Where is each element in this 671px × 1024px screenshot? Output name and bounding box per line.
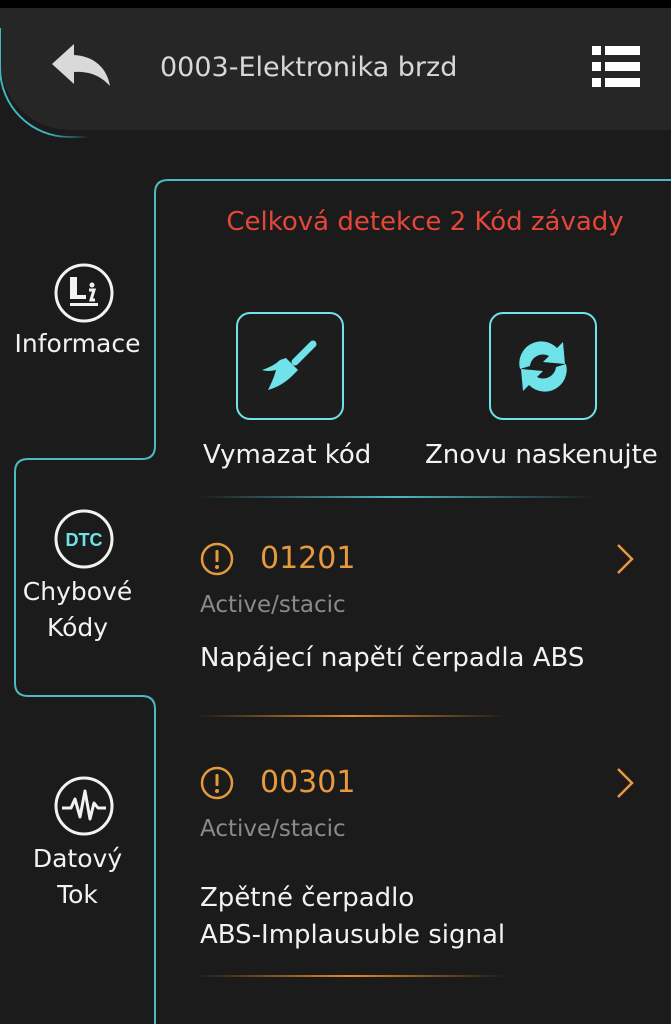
menu-button[interactable] (588, 42, 644, 92)
rescan-label: Znovu naskenujte (425, 440, 658, 470)
back-button[interactable] (50, 42, 112, 88)
chevron-right-icon (617, 544, 634, 574)
broom-icon (262, 340, 317, 390)
list-menu-icon (592, 46, 640, 87)
clear-code-label: Vymazat kód (203, 440, 372, 470)
section-divider (196, 496, 596, 498)
sidebar-item-label: Datový Tok (32, 844, 123, 909)
sidebar-item-label: Informace (14, 329, 141, 358)
info-document-icon (54, 263, 114, 323)
chevron-right-icon (617, 768, 634, 798)
detection-summary: Celková detekce 2 Kód závady (226, 207, 624, 237)
sidebar-item-label: Chybové Kódy (22, 577, 133, 642)
dtc-list-item[interactable]: 01201 Active/stacic Napájecí napětí čerp… (200, 541, 640, 692)
sidebar-item-chybove-kody[interactable]: DTC Chybové Kódy (0, 508, 155, 648)
status-bar (0, 0, 671, 8)
app-screen: 0003-Elektronika brzd Informace DTC Chyb… (0, 0, 671, 1024)
dtc-divider (196, 975, 506, 977)
waveform-icon (54, 776, 114, 836)
back-arrow-icon (52, 44, 110, 86)
page-title: 0003-Elektronika brzd (160, 52, 458, 83)
dtc-list-item[interactable]: 00301 Active/stacic Zpětné čerpadlo ABS-… (200, 765, 640, 956)
dtc-description: Zpětné čerpadlo ABS-Implausuble signal (200, 883, 506, 950)
dtc-divider (196, 715, 506, 717)
sidebar-item-informace[interactable]: Informace (0, 262, 155, 372)
refresh-icon (519, 341, 567, 392)
sidebar-item-datovy-tok[interactable]: Datový Tok (0, 775, 155, 915)
warning-icon (200, 766, 234, 800)
warning-icon (200, 542, 234, 576)
rescan-button[interactable] (489, 312, 597, 420)
dtc-icon: DTC (54, 509, 114, 569)
dtc-status: Active/stacic (200, 816, 346, 842)
dtc-status: Active/stacic (200, 592, 346, 618)
svg-text:DTC: DTC (66, 530, 103, 550)
dtc-code: 01201 (260, 541, 356, 576)
clear-code-button[interactable] (236, 312, 344, 420)
dtc-code: 00301 (260, 765, 356, 800)
dtc-description: Napájecí napětí čerpadla ABS (200, 643, 585, 673)
